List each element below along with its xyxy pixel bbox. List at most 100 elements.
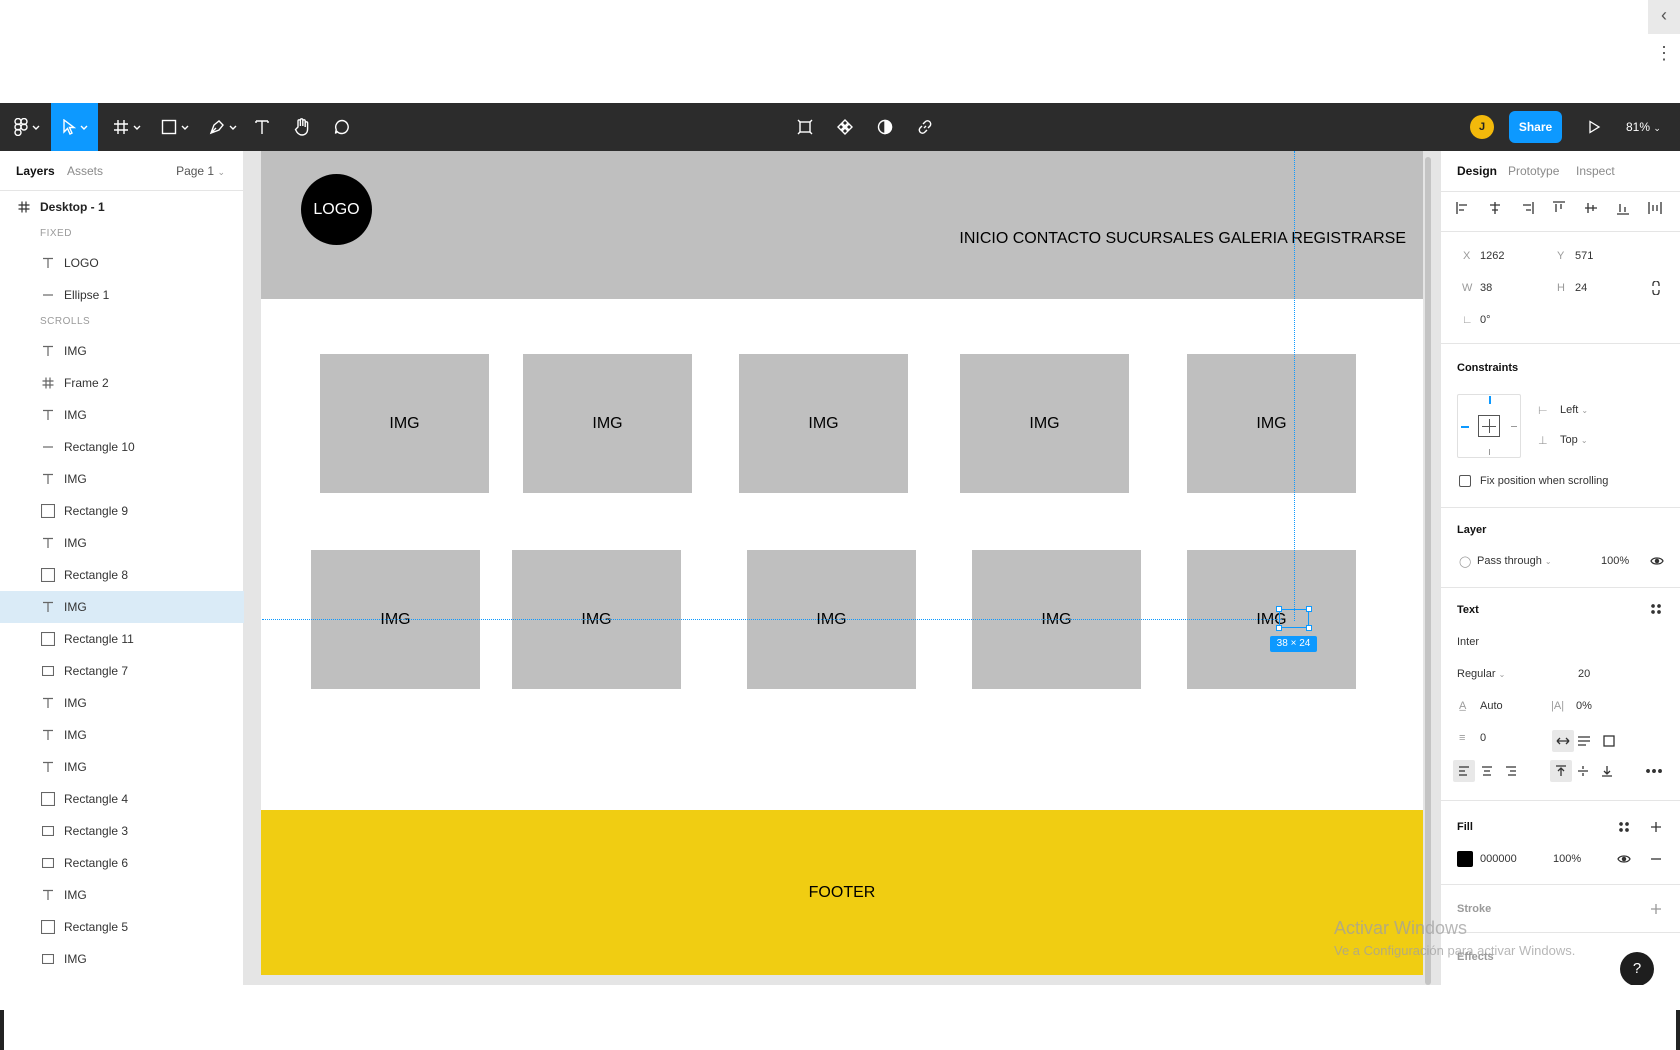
layer-row[interactable]: Rectangle 7 <box>0 655 244 687</box>
constraint-top-indicator[interactable] <box>1489 396 1491 404</box>
align-right-icon[interactable] <box>1519 200 1535 216</box>
font-weight-select[interactable]: Regular ⌄ <box>1457 668 1505 680</box>
resize-handle[interactable] <box>1276 625 1282 631</box>
layer-row[interactable]: IMG <box>0 687 244 719</box>
present-play-icon[interactable] <box>1582 115 1606 139</box>
logo-circle[interactable]: LOGO <box>301 174 372 245</box>
font-family-select[interactable]: Inter <box>1457 636 1479 648</box>
fixed-size-icon[interactable] <box>1601 733 1617 749</box>
figma-menu-icon[interactable] <box>8 103 46 151</box>
resize-handle[interactable] <box>1276 606 1282 612</box>
constraint-right-indicator[interactable] <box>1511 426 1517 427</box>
text-align-right-icon[interactable] <box>1503 763 1519 779</box>
layer-opacity-input[interactable]: 100% <box>1601 555 1629 567</box>
more-text-options-icon[interactable] <box>1646 763 1662 779</box>
tab-prototype[interactable]: Prototype <box>1508 164 1559 178</box>
auto-width-icon[interactable] <box>1552 730 1574 752</box>
vertical-align-middle-icon[interactable] <box>1575 763 1591 779</box>
text-align-left-icon[interactable] <box>1453 760 1475 782</box>
vertical-constraint-select[interactable]: Top ⌄ <box>1560 434 1588 446</box>
site-footer[interactable]: FOOTER <box>261 810 1423 975</box>
user-avatar[interactable]: J <box>1470 115 1494 139</box>
frame-tool-icon[interactable] <box>108 103 146 151</box>
font-size-input[interactable]: 20 <box>1578 668 1590 680</box>
comment-tool-icon[interactable] <box>330 103 354 151</box>
rectangle-tool-icon[interactable] <box>156 103 194 151</box>
layer-row[interactable]: Frame 2 <box>0 367 244 399</box>
text-tool-icon[interactable] <box>250 103 274 151</box>
letter-spacing-input[interactable]: 0% <box>1576 700 1592 712</box>
text-align-center-icon[interactable] <box>1479 763 1495 779</box>
layer-row[interactable]: IMG <box>0 879 244 911</box>
pen-tool-icon[interactable] <box>204 103 242 151</box>
img-placeholder[interactable]: IMG <box>1187 354 1356 493</box>
layer-row[interactable]: Rectangle 3 <box>0 815 244 847</box>
horizontal-constraint-select[interactable]: Left ⌄ <box>1560 404 1588 416</box>
tab-design[interactable]: Design <box>1457 164 1497 178</box>
align-horizontal-center-icon[interactable] <box>1487 200 1503 216</box>
layer-row[interactable]: Rectangle 4 <box>0 783 244 815</box>
align-bottom-icon[interactable] <box>1615 200 1631 216</box>
constraint-widget[interactable] <box>1457 394 1521 458</box>
page-selector[interactable]: Page 1 ⌄ <box>176 164 225 178</box>
link-icon[interactable] <box>913 103 937 151</box>
blend-mode-select[interactable]: Pass through ⌄ <box>1477 555 1552 567</box>
layer-row[interactable]: Rectangle 6 <box>0 847 244 879</box>
add-fill-icon[interactable] <box>1648 819 1664 835</box>
align-top-icon[interactable] <box>1551 200 1567 216</box>
layer-row[interactable]: IMG <box>0 591 244 623</box>
layer-frame-desktop[interactable]: Desktop - 1 <box>0 191 244 223</box>
layer-row[interactable]: IMG <box>0 943 244 975</box>
hand-tool-icon[interactable] <box>290 103 314 151</box>
rotation-input[interactable]: 0° <box>1480 314 1491 326</box>
layer-row[interactable]: IMG <box>0 719 244 751</box>
move-tool-icon[interactable] <box>51 103 98 151</box>
site-header[interactable]: LOGO INICIO CONTACTO SUCURSALES GALERIA … <box>261 151 1423 299</box>
share-button[interactable]: Share <box>1509 111 1562 143</box>
layer-row[interactable]: Rectangle 11 <box>0 623 244 655</box>
more-options-icon[interactable]: ⋮ <box>1655 42 1673 66</box>
mask-icon[interactable] <box>873 103 897 151</box>
auto-height-icon[interactable] <box>1576 733 1592 749</box>
layer-row[interactable]: IMG <box>0 463 244 495</box>
fill-opacity-input[interactable]: 100% <box>1553 853 1581 865</box>
fill-color-swatch[interactable] <box>1457 851 1473 867</box>
tab-inspect[interactable]: Inspect <box>1576 164 1615 178</box>
tab-layers[interactable]: Layers <box>16 164 55 178</box>
collapse-chevron-icon[interactable]: ‹ <box>1648 0 1680 34</box>
fill-eye-icon[interactable] <box>1616 851 1632 867</box>
img-placeholder[interactable]: IMG <box>320 354 489 493</box>
layer-row[interactable]: IMG <box>0 527 244 559</box>
x-input[interactable]: 1262 <box>1480 250 1504 262</box>
layer-row[interactable]: Rectangle 10 <box>0 431 244 463</box>
distribute-icon[interactable] <box>1647 200 1663 216</box>
height-input[interactable]: 24 <box>1575 282 1587 294</box>
vertical-align-bottom-icon[interactable] <box>1599 763 1615 779</box>
resize-handle[interactable] <box>1306 606 1312 612</box>
desktop-frame[interactable]: LOGO INICIO CONTACTO SUCURSALES GALERIA … <box>261 151 1423 975</box>
align-vertical-center-icon[interactable] <box>1583 200 1599 216</box>
layer-row[interactable]: IMG <box>0 399 244 431</box>
layer-row[interactable]: Rectangle 5 <box>0 911 244 943</box>
fill-hex-input[interactable]: 000000 <box>1480 853 1517 865</box>
selection-box[interactable] <box>1279 609 1309 628</box>
line-height-input[interactable]: Auto <box>1480 700 1503 712</box>
fix-position-checkbox[interactable] <box>1459 475 1471 487</box>
layer-row[interactable]: IMG <box>0 335 244 367</box>
vertical-align-top-icon[interactable] <box>1550 760 1572 782</box>
zoom-level[interactable]: 81% ⌄ <box>1626 111 1661 143</box>
eye-icon[interactable] <box>1649 553 1665 569</box>
constrain-proportions-icon[interactable] <box>1648 280 1664 296</box>
y-input[interactable]: 571 <box>1575 250 1593 262</box>
constraint-left-indicator[interactable] <box>1461 426 1469 428</box>
tab-assets[interactable]: Assets <box>67 164 103 178</box>
img-placeholder[interactable]: IMG <box>960 354 1129 493</box>
img-placeholder[interactable]: IMG <box>523 354 692 493</box>
text-styles-grid-icon[interactable] <box>1648 601 1664 617</box>
resize-handle[interactable] <box>1306 625 1312 631</box>
component-icon[interactable] <box>833 103 857 151</box>
frame-selection-icon[interactable] <box>793 103 817 151</box>
layer-row[interactable]: IMG <box>0 751 244 783</box>
img-placeholder[interactable]: IMG <box>739 354 908 493</box>
layer-row[interactable]: LOGO <box>0 247 244 279</box>
